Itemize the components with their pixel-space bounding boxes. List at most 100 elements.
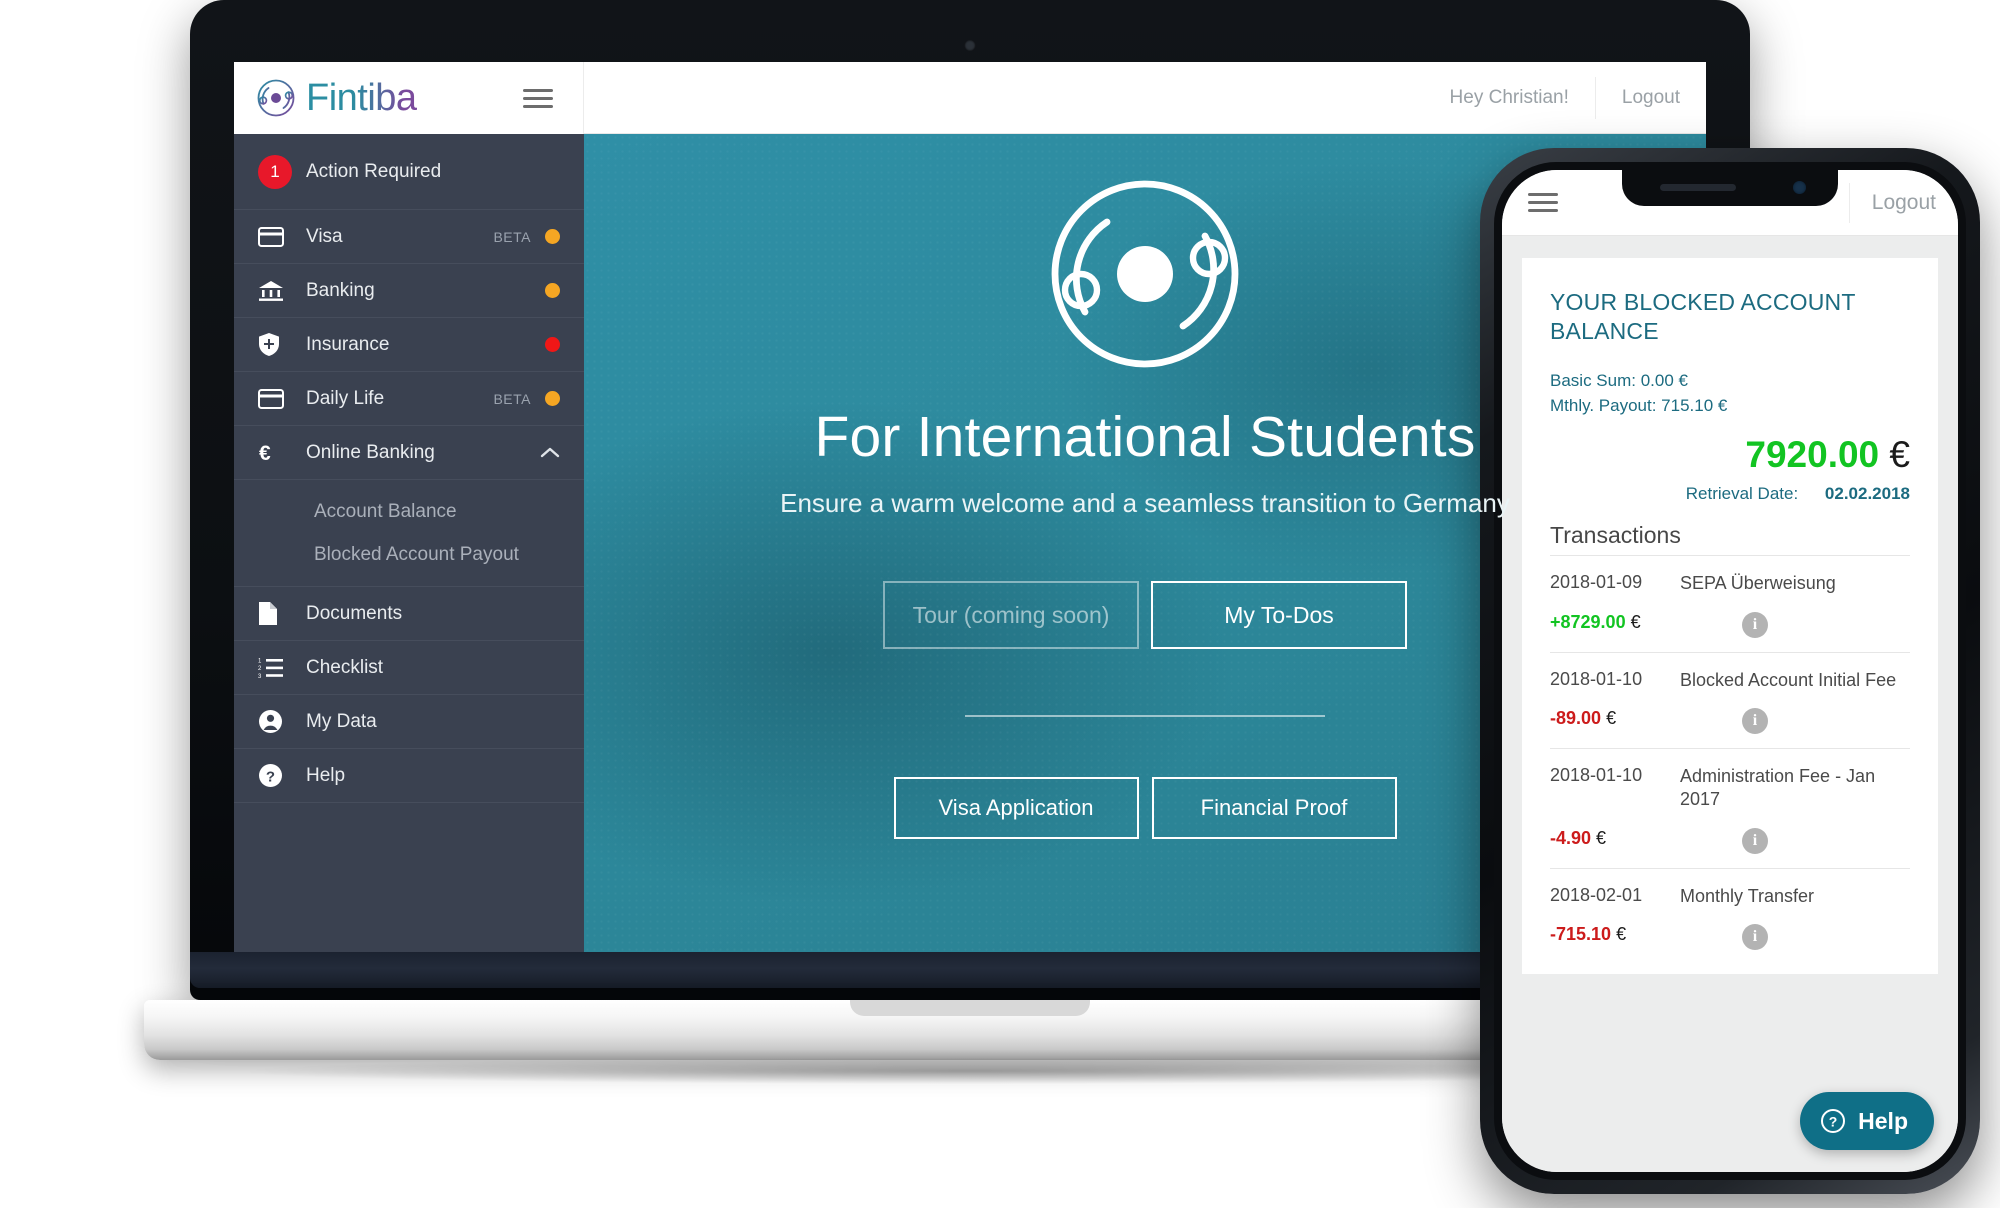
transaction-description: SEPA Überweisung: [1680, 573, 1836, 594]
sidebar-subitem-blocked-account-payout[interactable]: Blocked Account Payout: [234, 533, 584, 576]
help-button-label: Help: [1858, 1107, 1908, 1134]
transaction-info-wrap: i: [1742, 827, 1768, 854]
chevron-up-icon: [540, 442, 560, 464]
svg-text:2: 2: [258, 666, 262, 672]
front-camera-icon: [1793, 181, 1806, 194]
sidebar-item-online-banking[interactable]: € Online Banking: [234, 426, 584, 480]
question-circle-icon: ?: [1821, 1109, 1846, 1133]
webcam-icon: [964, 40, 976, 51]
laptop-shadow: [250, 1058, 1690, 1084]
sidebar-item-documents[interactable]: Documents: [234, 587, 584, 641]
sidebar-item-insurance[interactable]: Insurance: [234, 318, 584, 372]
screenshot-stage: Fintiba Hey Christian! Logout 1 Action R…: [0, 0, 2000, 1208]
sidebar-item-label: Help: [306, 764, 346, 786]
transaction-description: Administration Fee - Jan 2017: [1680, 765, 1876, 810]
action-required-badge: 1: [258, 154, 292, 189]
laptop-screen: Fintiba Hey Christian! Logout 1 Action R…: [234, 62, 1706, 972]
laptop-lid: Fintiba Hey Christian! Logout 1 Action R…: [190, 0, 1750, 1000]
sidebar-item-label: Online Banking: [306, 441, 435, 463]
sidebar-item-checklist[interactable]: 1 23 Checklist: [234, 641, 584, 695]
visa-application-button[interactable]: Visa Application: [893, 777, 1139, 839]
euro-icon: €: [258, 441, 292, 465]
svg-text:€: €: [259, 442, 271, 465]
sidebar-item-label: Documents: [306, 602, 403, 624]
transaction-info-wrap: i: [1742, 924, 1768, 951]
beta-tag: BETA: [493, 228, 531, 245]
greeting-text: Hey Christian!: [1449, 86, 1569, 108]
hero-primary-buttons: Tour (coming soon) My To-Dos: [883, 581, 1407, 649]
svg-text:?: ?: [1829, 1114, 1838, 1130]
transaction-info-wrap: i: [1742, 707, 1768, 734]
credit-card-icon: [258, 388, 292, 409]
sidebar-item-visa[interactable]: Visa BETA: [234, 210, 584, 264]
help-button[interactable]: ? Help: [1800, 1092, 1934, 1150]
sidebar-item-banking[interactable]: Banking: [234, 264, 584, 318]
desktop-topbar: Fintiba Hey Christian! Logout: [234, 62, 1706, 134]
sidebar-item-label: Daily Life: [306, 387, 385, 409]
sidebar: 1 Action Required Visa BETA Banking Insu…: [234, 134, 584, 972]
laptop-trackpad-notch: [850, 1000, 1090, 1016]
info-icon[interactable]: i: [1742, 707, 1768, 734]
sidebar-item-meta: [531, 283, 560, 298]
retrieval-date-value: 02.02.2018: [1824, 484, 1910, 504]
sidebar-item-label: Checklist: [306, 656, 384, 678]
fintiba-atom-icon: [1051, 180, 1239, 368]
balance-currency: €: [1889, 434, 1910, 476]
question-circle-icon: ?: [258, 763, 292, 788]
info-icon[interactable]: i: [1742, 924, 1768, 951]
financial-proof-button[interactable]: Financial Proof: [1151, 777, 1397, 839]
sidebar-subitem-account-balance[interactable]: Account Balance: [234, 490, 584, 533]
my-todos-button[interactable]: My To-Dos: [1151, 581, 1407, 649]
document-icon: [258, 601, 292, 626]
hamburger-menu-icon[interactable]: [523, 84, 553, 113]
user-circle-icon: [258, 709, 292, 734]
sidebar-item-meta: [540, 442, 560, 464]
status-dot: [545, 337, 560, 352]
credit-card-icon: [258, 226, 292, 247]
transaction-info-wrap: i: [1742, 611, 1768, 638]
info-icon[interactable]: i: [1742, 827, 1768, 854]
beta-tag: BETA: [493, 390, 531, 407]
bank-icon: [258, 280, 292, 302]
svg-text:3: 3: [258, 673, 262, 678]
sidebar-item-label: My Data: [306, 710, 377, 732]
hero-headline: For International Students: [814, 405, 1476, 469]
laptop-device: Fintiba Hey Christian! Logout 1 Action R…: [144, 0, 1796, 1084]
status-dot: [545, 391, 560, 406]
topbar-right: Hey Christian! Logout: [584, 62, 1706, 133]
hero-panel: For International Students Ensure a warm…: [584, 134, 1706, 972]
sidebar-item-meta: BETA: [493, 391, 560, 407]
svg-text:1: 1: [258, 658, 262, 664]
transaction-description: Monthly Transfer: [1680, 885, 1815, 906]
logout-button[interactable]: Logout: [1594, 76, 1706, 119]
sidebar-item-meta: [531, 337, 560, 352]
online-banking-submenu: Account Balance Blocked Account Payout: [234, 480, 584, 587]
sidebar-item-help[interactable]: ? Help: [234, 749, 584, 803]
hamburger-menu-icon[interactable]: [1528, 188, 1558, 217]
hero-secondary-buttons: Visa Application Financial Proof: [893, 777, 1397, 839]
tour-button[interactable]: Tour (coming soon): [883, 581, 1139, 649]
sidebar-item-daily-life[interactable]: Daily Life BETA: [234, 372, 584, 426]
phone-notch: [1622, 170, 1838, 206]
transaction-description: Blocked Account Initial Fee: [1680, 669, 1897, 690]
status-dot: [545, 229, 560, 244]
sidebar-item-label: Insurance: [306, 333, 390, 355]
sidebar-item-action-required[interactable]: 1 Action Required: [234, 134, 584, 210]
numbered-list-icon: 1 23: [258, 657, 292, 679]
fintiba-atom-icon: [257, 79, 295, 117]
svg-text:?: ?: [266, 769, 275, 786]
desktop-body: 1 Action Required Visa BETA Banking Insu…: [234, 134, 1706, 972]
hero-content: For International Students Ensure a warm…: [584, 134, 1706, 972]
hero-divider: [965, 715, 1325, 717]
balance-value: 7920.00: [1745, 434, 1880, 476]
hero-subheadline: Ensure a warm welcome and a seamless tra…: [780, 488, 1510, 518]
info-icon[interactable]: i: [1742, 611, 1768, 638]
logout-button[interactable]: Logout: [1848, 182, 1958, 223]
status-dot: [545, 283, 560, 298]
sidebar-item-meta: BETA: [493, 229, 560, 245]
earpiece-speaker-icon: [1660, 184, 1736, 191]
sidebar-item-label: Action Required: [306, 160, 442, 182]
sidebar-item-my-data[interactable]: My Data: [234, 695, 584, 749]
brand-logo-area[interactable]: Fintiba: [234, 62, 584, 134]
sidebar-item-label: Banking: [306, 279, 375, 301]
